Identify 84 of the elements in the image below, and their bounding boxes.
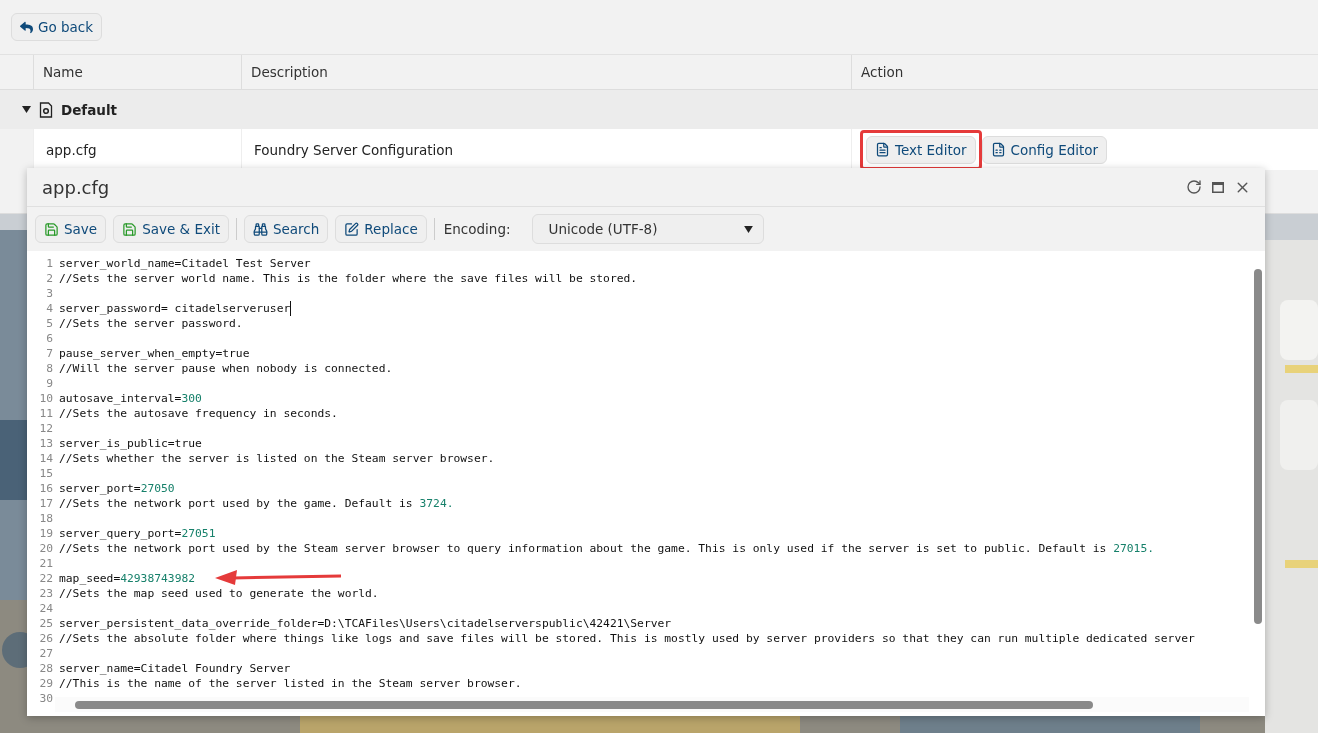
- line-number: 8: [45, 361, 54, 376]
- text-cursor: [290, 301, 292, 316]
- scroll-thumb[interactable]: [75, 701, 1093, 709]
- binoculars-icon: [252, 221, 268, 237]
- name-cell: app.cfg: [33, 129, 241, 170]
- code-line: server_world_name=Citadel Test Server: [59, 256, 311, 271]
- code-line: server_password= citadelserveruser: [59, 301, 291, 316]
- line-number: 9: [45, 376, 54, 391]
- code-line: server_port=27050: [59, 481, 175, 496]
- code-line: server_persistent_data_override_folder=D:\TCAFiles\Users\citadelserverspublic\42421\Server: [59, 616, 672, 631]
- line-number: 25: [38, 616, 54, 631]
- line-number: 13: [38, 436, 54, 451]
- line-number: 14: [38, 451, 54, 466]
- toolbar-button[interactable]: Save & Exit: [113, 215, 229, 243]
- line-number: 12: [38, 421, 54, 436]
- group-row[interactable]: Default: [0, 90, 1318, 129]
- line-number: 23: [38, 586, 54, 601]
- line-number: 15: [38, 466, 54, 481]
- code-line: //This is the name of the server listed in the Steam server browser.: [59, 676, 522, 691]
- line-number: 5: [45, 316, 54, 331]
- line-number: 4: [45, 301, 54, 316]
- line-number: 24: [38, 601, 54, 616]
- line-number: 18: [38, 511, 54, 526]
- line-number: 30: [38, 691, 54, 706]
- toolbar-button[interactable]: Replace: [335, 215, 427, 243]
- editor-button[interactable]: Text Editor: [866, 135, 976, 164]
- line-number: 28: [38, 661, 54, 676]
- settings-file-icon: [39, 101, 53, 118]
- reply-icon: [20, 20, 33, 34]
- code-line: //Will the server pause when nobody is connected.: [59, 361, 393, 376]
- maximize-icon[interactable]: [1212, 181, 1224, 193]
- line-number: 22: [38, 571, 54, 586]
- scroll-thumb[interactable]: [1254, 269, 1262, 624]
- line-number: 26: [38, 631, 54, 646]
- line-number: 6: [45, 331, 54, 346]
- code-line: //Sets the server world name. This is the folder where the save files will be stored.: [59, 271, 638, 286]
- encoding-select[interactable]: Unicode (UTF-8): [531, 214, 764, 244]
- code-line: //Sets whether the server is listed on the Steam server browser.: [59, 451, 495, 466]
- column-header: Action: [851, 55, 1318, 89]
- line-number: 29: [38, 676, 54, 691]
- line-number: 27: [38, 646, 54, 661]
- caret-icon: [743, 225, 753, 233]
- encoding-label: Encoding:: [443, 221, 511, 237]
- toolbar-button[interactable]: Save: [35, 215, 107, 243]
- save-icon: [44, 221, 59, 237]
- line-number: 17: [38, 496, 54, 511]
- code-line: autosave_interval=300: [59, 391, 202, 406]
- code-line: //Sets the network port used by the game. Default is 3724.: [59, 496, 454, 511]
- horizontal-scrollbar[interactable]: [55, 697, 1249, 712]
- document-icon: [875, 142, 890, 157]
- line-number: 10: [38, 391, 54, 406]
- code-line: //Sets the absolute folder where things like logs and save files will be stored. This is mostly used by server providers so that they can run multiple dedicated server: [59, 631, 1195, 646]
- line-number: 21: [38, 556, 54, 571]
- line-number: 7: [45, 346, 54, 361]
- toolbar-button[interactable]: Search: [243, 215, 329, 243]
- column-header: Description: [241, 55, 851, 89]
- line-number: 19: [38, 526, 54, 541]
- code-line: //Sets the network port used by the Steam server browser to query information about the game. This is only used if the server is set to public. Default is 27015.: [59, 541, 1154, 556]
- group-label: Default: [61, 101, 118, 118]
- dialog-title: app.cfg: [42, 176, 111, 198]
- line-number: 3: [45, 286, 54, 301]
- code-line: //Sets the autosave frequency in seconds.: [59, 406, 338, 421]
- description-cell: Foundry Server Configuration: [241, 129, 851, 170]
- editor-button[interactable]: Config Editor: [981, 135, 1108, 164]
- column-header: Name: [33, 55, 241, 89]
- line-number: 16: [38, 481, 54, 496]
- line-number: 1: [45, 256, 54, 271]
- code-line: //Sets the server password.: [59, 316, 243, 331]
- code-line: server_is_public=true: [59, 436, 202, 451]
- code-line: server_name=Citadel Foundry Server: [59, 661, 291, 676]
- line-number: 11: [38, 406, 54, 421]
- code-line: map_seed=42938743982: [59, 571, 196, 586]
- code-line: server_query_port=27051: [59, 526, 216, 541]
- line-number: 20: [38, 541, 54, 556]
- spreadsheet-icon: [990, 142, 1006, 157]
- pen-icon: [344, 221, 360, 237]
- line-number: 2: [45, 271, 54, 286]
- refresh-icon[interactable]: [1186, 179, 1202, 195]
- go-back-button[interactable]: Go back: [11, 13, 103, 41]
- expanded-triangle-icon[interactable]: [22, 105, 31, 114]
- save-icon: [122, 221, 138, 237]
- code-line: //Sets the map seed used to generate the world.: [59, 586, 379, 601]
- code-editor[interactable]: [27, 251, 1265, 716]
- code-line: pause_server_when_empty=true: [59, 346, 250, 361]
